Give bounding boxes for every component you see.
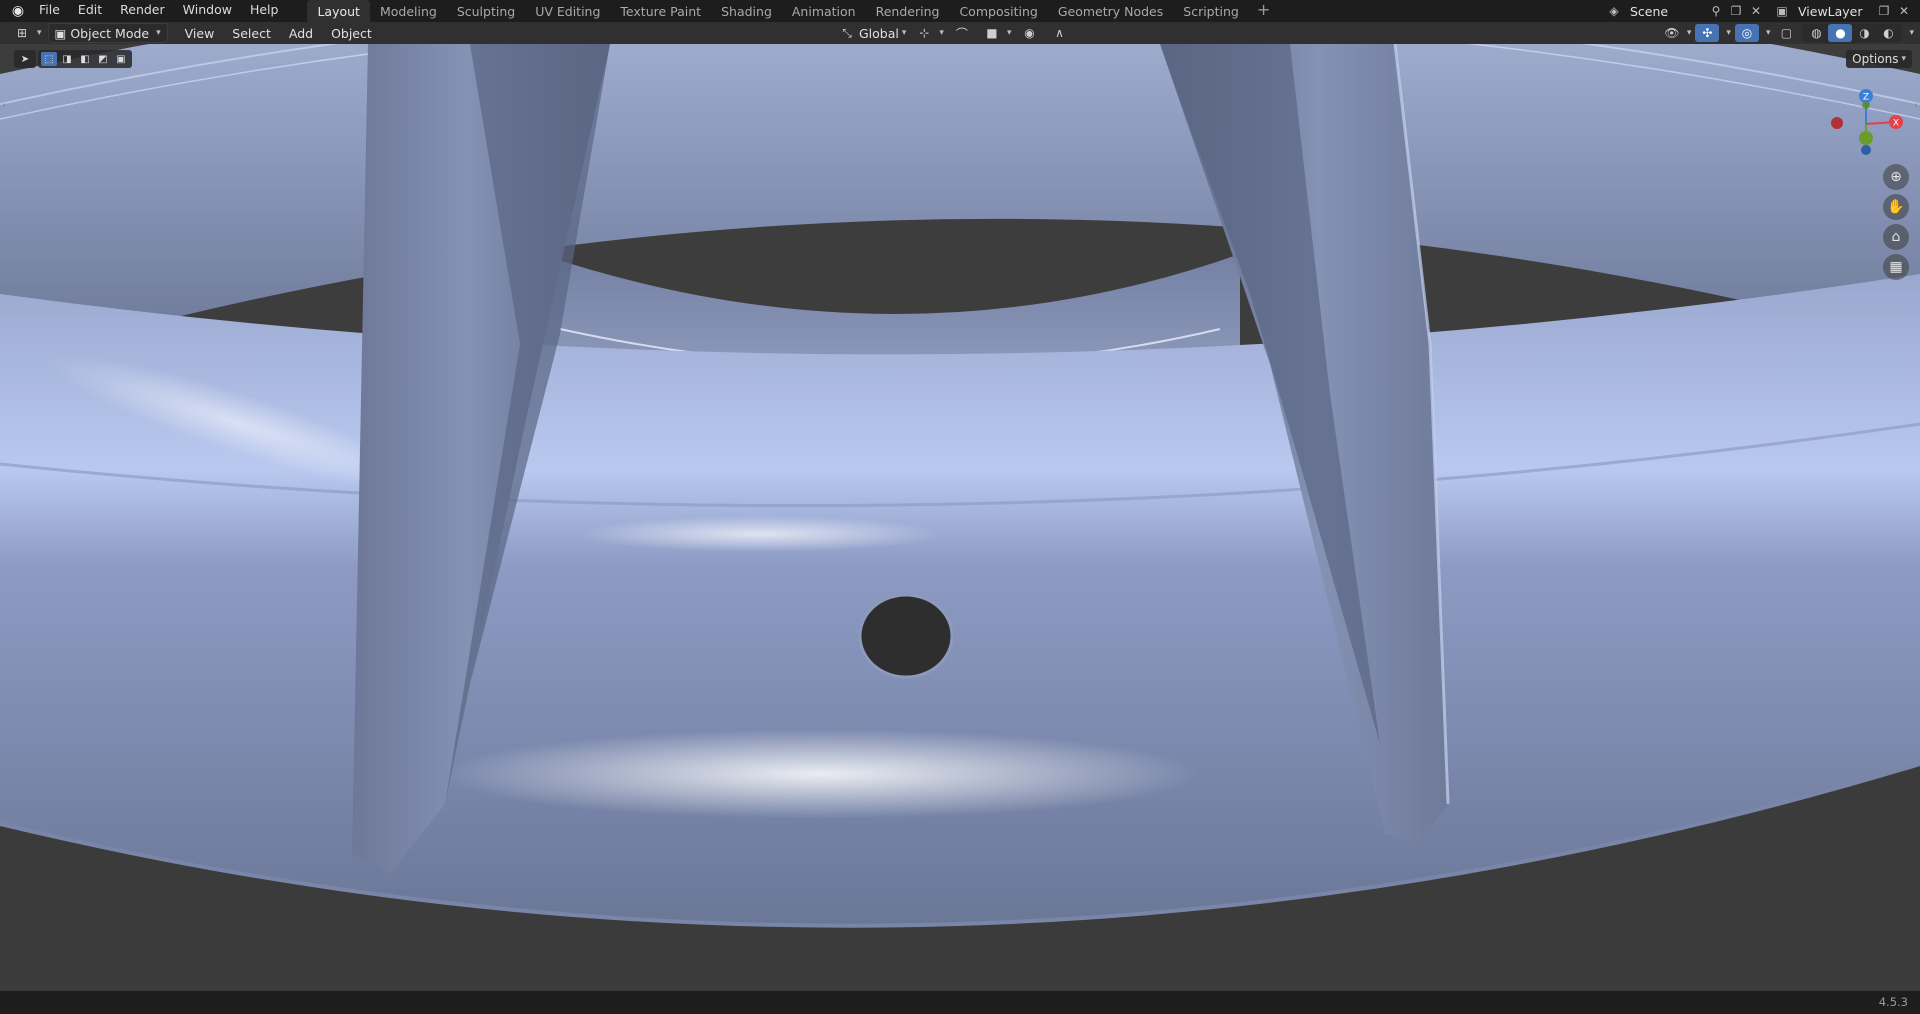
menu-object[interactable]: Object [322, 26, 381, 41]
scene-icon: ◈ [1609, 4, 1619, 18]
snap-target-icon: ■ [986, 26, 998, 40]
neg-z-axis-handle[interactable] [1861, 145, 1871, 155]
3d-viewport[interactable]: › ‹ [0, 44, 1920, 991]
select-intersect-icon[interactable]: ▣ [113, 52, 129, 66]
sidebar-expand-arrow-icon[interactable]: ‹ [1914, 100, 1918, 111]
overlays-toggle-icon[interactable]: ◎ [1734, 24, 1759, 42]
rendered-shading-icon[interactable]: ◐ [1876, 24, 1900, 42]
viewport-display-tools: 👁 ▾ ✣ ▾ ◎ ▾ ▢ ◍ ● ◑ ◐ ▾ [1660, 22, 1914, 44]
pin-icon[interactable]: ⚲ [1706, 1, 1726, 21]
xray-toggle-icon[interactable]: ▢ [1774, 24, 1798, 42]
tab-sculpting[interactable]: Sculpting [447, 0, 525, 22]
object-mode-icon: ▣ [54, 25, 67, 41]
menu-render[interactable]: Render [111, 0, 174, 22]
menu-help[interactable]: Help [241, 0, 288, 22]
mode-dropdown[interactable]: ▣ Object Mode ▾ [47, 23, 168, 43]
solid-shading-icon[interactable]: ● [1828, 24, 1853, 42]
delete-view-layer-icon[interactable]: ✕ [1894, 1, 1914, 21]
select-extend-icon[interactable]: ◨ [59, 52, 75, 66]
svg-text:X: X [1893, 119, 1899, 129]
view-layer-selector[interactable]: ▣ ViewLayer ❐ ✕ [1772, 1, 1914, 21]
select-new-icon[interactable]: ⬚ [41, 52, 57, 66]
pivot-point-dropdown[interactable]: ⊹ ▾ [912, 23, 944, 43]
tab-uv-editing[interactable]: UV Editing [525, 0, 610, 22]
toolbar-expand-arrow-icon[interactable]: › [2, 100, 6, 111]
gizmo-dropdown-icon[interactable]: ▾ [1726, 28, 1731, 38]
menu-add[interactable]: Add [280, 26, 322, 41]
blender-logo-icon[interactable]: ◉ [6, 0, 30, 22]
chevron-down-icon: ▾ [1901, 54, 1906, 64]
ortho-grid-icon[interactable]: ▦ [1883, 254, 1909, 280]
mode-label: Object Mode [70, 25, 150, 41]
pivot-icon: ⊹ [919, 26, 930, 40]
chevron-down-icon: ▾ [156, 28, 161, 38]
tool-options-row: ➤ ⬚ ◨ ◧ ◩ ▣ [14, 50, 132, 68]
wheel-rim-render [0, 44, 1920, 991]
editor-type-button[interactable]: ⊞ ▾ [10, 23, 42, 43]
eye-icon: 👁 [1664, 26, 1680, 40]
tab-layout[interactable]: Layout [307, 0, 370, 22]
editor-type-icon: ⊞ [16, 26, 28, 40]
tab-scripting[interactable]: Scripting [1173, 0, 1249, 22]
delete-scene-icon[interactable]: ✕ [1746, 1, 1766, 21]
tab-geometry-nodes[interactable]: Geometry Nodes [1048, 0, 1173, 22]
menu-select[interactable]: Select [223, 26, 280, 41]
cursor-arrow-icon: ➤ [20, 53, 30, 65]
zoom-icon[interactable]: ⊕ [1883, 164, 1909, 190]
scene-name-field[interactable]: Scene [1624, 3, 1706, 19]
tab-modeling[interactable]: Modeling [370, 0, 447, 22]
version-label: 4.5.3 [1878, 995, 1908, 1009]
workspace-tabs: Layout Modeling Sculpting UV Editing Tex… [307, 0, 1278, 22]
neg-x-axis-handle[interactable] [1831, 117, 1843, 129]
select-subtract-icon[interactable]: ◧ [77, 52, 93, 66]
scene-selectors: ◈ Scene ⚲ ❐ ✕ ▣ ViewLayer ❐ ✕ [1604, 0, 1920, 22]
orientation-icon: ⤡ [842, 25, 852, 40]
menu-view[interactable]: View [176, 26, 224, 41]
wireframe-shading-icon[interactable]: ◍ [1804, 24, 1828, 42]
view-layer-name-field[interactable]: ViewLayer [1792, 3, 1874, 19]
new-view-layer-icon[interactable]: ❐ [1874, 1, 1894, 21]
visibility-dropdown[interactable]: 👁 ▾ [1660, 23, 1691, 43]
shading-mode-group: ◍ ● ◑ ◐ [1802, 24, 1903, 42]
add-workspace-button[interactable]: + [1249, 0, 1278, 22]
view-layer-icon: ▣ [1776, 4, 1788, 18]
snap-toggle-icon[interactable]: ⌒ [950, 24, 974, 42]
transform-orientation-label: Global [859, 25, 899, 41]
y-axis-handle[interactable] [1859, 131, 1873, 145]
tab-shading[interactable]: Shading [711, 0, 782, 22]
navigation-gizmo[interactable]: Z X [1826, 84, 1906, 164]
options-dropdown[interactable]: Options ▾ [1846, 50, 1912, 68]
snap-target-dropdown[interactable]: ■ ▾ [980, 23, 1011, 43]
status-bar: 4.5.3 [0, 991, 1920, 1014]
transform-orientation-dropdown[interactable]: ⤡ Global ▾ [835, 23, 906, 43]
tab-animation[interactable]: Animation [782, 0, 866, 22]
new-scene-icon[interactable]: ❐ [1726, 1, 1746, 21]
viewport-header: ⊞ ▾ ▣ Object Mode ▾ View Select Add Objec… [0, 22, 1920, 44]
menu-edit[interactable]: Edit [69, 0, 111, 22]
top-bar: ◉ File Edit Render Window Help Layout Mo… [0, 0, 1920, 22]
hand-pan-icon[interactable]: ✋ [1883, 194, 1909, 220]
options-label: Options [1852, 52, 1899, 66]
falloff-icon[interactable]: ∧ [1047, 24, 1071, 42]
overlays-dropdown-icon[interactable]: ▾ [1766, 28, 1771, 38]
tab-rendering[interactable]: Rendering [866, 0, 950, 22]
neg-y-axis-handle[interactable] [1862, 101, 1870, 109]
tab-compositing[interactable]: Compositing [949, 0, 1047, 22]
transform-tools: ⤡ Global ▾ ⊹ ▾ ⌒ ■ ▾ ◉ ∧ [835, 22, 1071, 44]
scene-selector[interactable]: ◈ Scene ⚲ ❐ ✕ [1604, 1, 1766, 21]
material-shading-icon[interactable]: ◑ [1852, 24, 1876, 42]
select-invert-icon[interactable]: ◩ [95, 52, 111, 66]
menu-window[interactable]: Window [174, 0, 241, 22]
shading-dropdown-icon[interactable]: ▾ [1909, 28, 1914, 38]
gizmo-toggle-icon[interactable]: ✣ [1695, 24, 1720, 42]
camera-view-icon[interactable]: ⌂ [1883, 224, 1909, 250]
proportional-edit-icon[interactable]: ◉ [1017, 24, 1041, 42]
menu-file[interactable]: File [30, 0, 69, 22]
active-tool-chip[interactable]: ➤ [14, 50, 36, 68]
tab-texture-paint[interactable]: Texture Paint [610, 0, 711, 22]
selection-mode-group: ⬚ ◨ ◧ ◩ ▣ [38, 50, 132, 68]
